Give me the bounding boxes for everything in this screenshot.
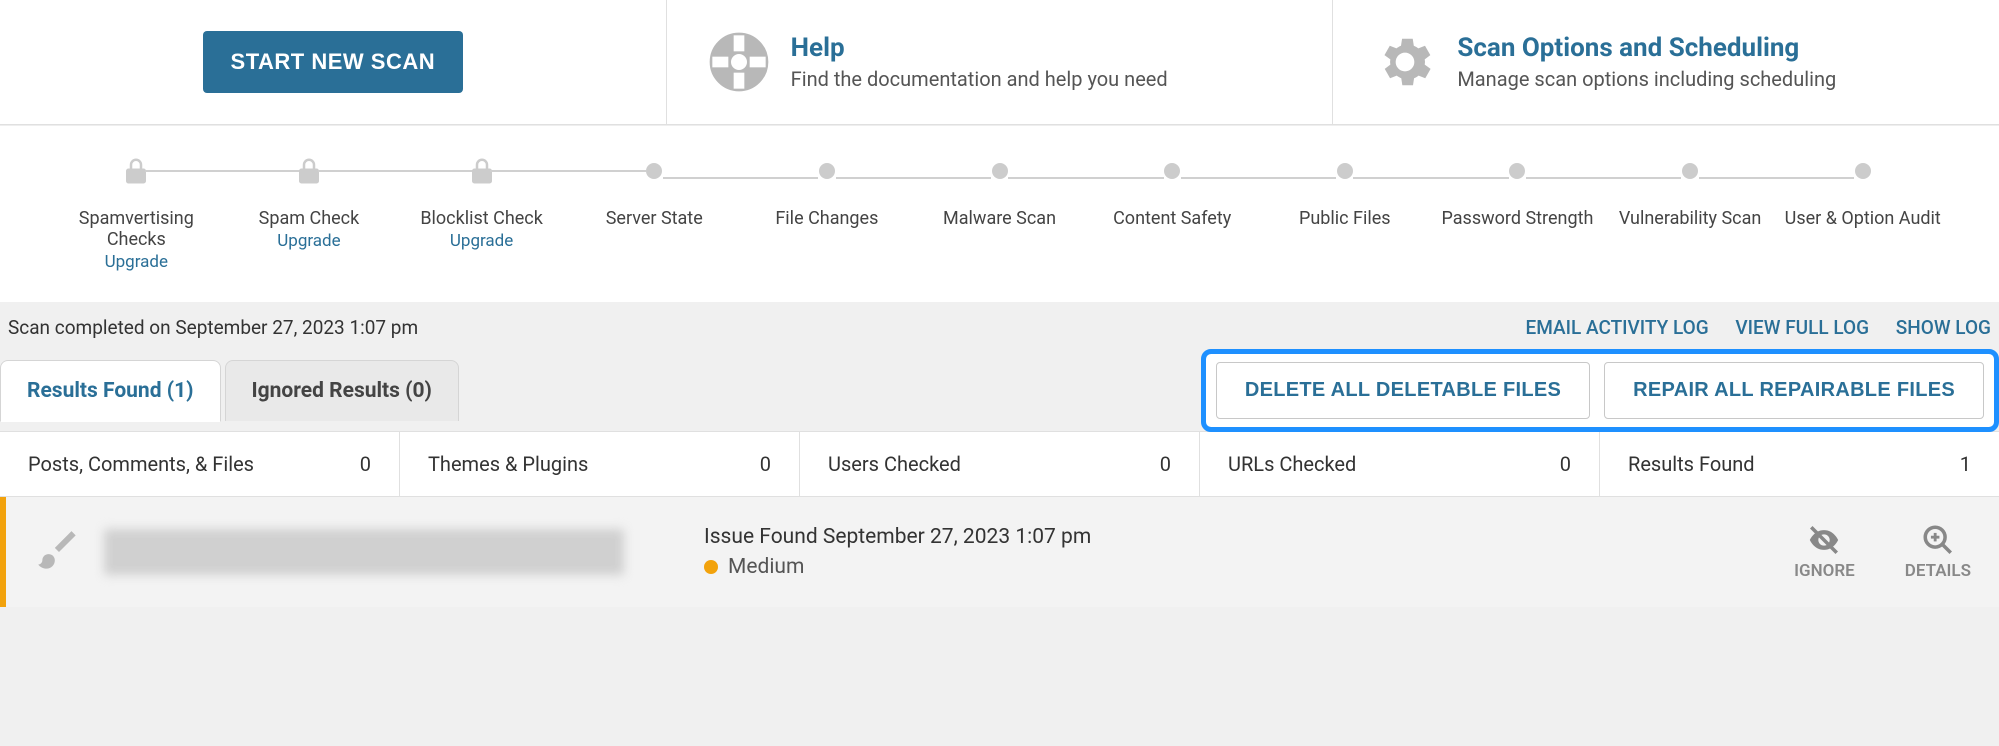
details-label: DETAILS [1905,561,1971,581]
step-label: Spamvertising ChecksUpgrade [50,208,223,272]
step-dot-icon [992,163,1008,179]
stat-label: Users Checked [828,452,961,476]
stat-cell: Users Checked 0 [800,432,1200,496]
repair-all-button[interactable]: REPAIR ALL REPAIRABLE FILES [1604,362,1984,419]
help-desc: Find the documentation and help you need [791,67,1168,91]
tab-ignored-results[interactable]: Ignored Results (0) [225,360,459,421]
step-label: Spam CheckUpgrade [223,208,396,272]
progress-labels: Spamvertising ChecksUpgradeSpam CheckUpg… [30,190,1969,272]
progress-step [395,156,568,190]
step-dot-icon [1682,163,1698,179]
stat-value: 0 [760,452,771,476]
progress-step [741,163,914,183]
stat-value: 1 [1960,452,1971,476]
stat-value: 0 [1560,452,1571,476]
help-section[interactable]: Help Find the documentation and help you… [667,0,1334,124]
stat-cell: URLs Checked 0 [1200,432,1600,496]
step-dot-icon [1855,163,1871,179]
tab-results-found[interactable]: Results Found (1) [0,360,221,422]
stat-cell: Results Found 1 [1600,432,1999,496]
progress-step [50,156,223,190]
issue-actions: IGNORE DETAILS [1794,523,1971,581]
delete-all-button[interactable]: DELETE ALL DELETABLE FILES [1216,362,1590,419]
progress-panel: Spamvertising ChecksUpgradeSpam CheckUpg… [0,125,1999,302]
issue-description-redacted [104,529,624,575]
step-label: User & Option Audit [1776,208,1949,272]
progress-step [1258,163,1431,183]
gear-icon [1373,30,1437,94]
progress-track [30,146,1969,190]
upgrade-link[interactable]: Upgrade [395,231,568,251]
progress-step [223,156,396,190]
step-dot-icon [1164,163,1180,179]
log-links: EMAIL ACTIVITY LOG VIEW FULL LOG SHOW LO… [1504,316,1992,339]
stat-value: 0 [1160,452,1171,476]
step-label: Malware Scan [913,208,1086,272]
stat-cell: Posts, Comments, & Files 0 [0,432,400,496]
stat-label: Posts, Comments, & Files [28,452,254,476]
issue-found-text: Issue Found September 27, 2023 1:07 pm [704,525,1774,549]
stat-label: URLs Checked [1228,452,1356,476]
stat-label: Results Found [1628,452,1755,476]
options-text: Scan Options and Scheduling Manage scan … [1457,33,1836,91]
step-label: Vulnerability Scan [1604,208,1777,272]
progress-step [1086,163,1259,183]
show-log-link[interactable]: SHOW LOG [1896,316,1991,339]
progress-step [1604,163,1777,183]
progress-step [1776,163,1949,183]
stats-row: Posts, Comments, & Files0Themes & Plugin… [0,431,1999,497]
progress-step [913,163,1086,183]
stat-label: Themes & Plugins [428,452,588,476]
issue-severity: Medium [704,555,1774,579]
lifebuoy-icon [707,30,771,94]
ignore-label: IGNORE [1794,561,1855,581]
progress-step [1431,163,1604,183]
eye-off-icon [1807,523,1841,557]
options-title: Scan Options and Scheduling [1457,33,1836,63]
stat-value: 0 [360,452,371,476]
step-label: File Changes [741,208,914,272]
ignore-button[interactable]: IGNORE [1794,523,1855,581]
scan-completed-text: Scan completed on September 27, 2023 1:0… [8,316,418,339]
progress-step [568,163,741,183]
upgrade-link[interactable]: Upgrade [50,252,223,272]
step-dot-icon [819,163,835,179]
brush-icon [34,527,84,577]
tabs-row: Results Found (1) Ignored Results (0) DE… [0,349,1999,432]
step-label: Password Strength [1431,208,1604,272]
start-scan-section: START NEW SCAN [0,0,667,124]
stat-cell: Themes & Plugins 0 [400,432,800,496]
start-new-scan-button[interactable]: START NEW SCAN [203,31,464,93]
zoom-in-icon [1921,523,1955,557]
email-activity-log-link[interactable]: EMAIL ACTIVITY LOG [1526,316,1709,339]
details-button[interactable]: DETAILS [1905,523,1971,581]
help-title: Help [791,33,1168,63]
step-dot-icon [1337,163,1353,179]
step-dot-icon [1509,163,1525,179]
severity-label: Medium [728,555,804,579]
issue-row: Issue Found September 27, 2023 1:07 pm M… [0,497,1999,607]
step-label: Server State [568,208,741,272]
issue-info: Issue Found September 27, 2023 1:07 pm M… [644,525,1774,579]
options-desc: Manage scan options including scheduling [1457,67,1836,91]
step-label: Content Safety [1086,208,1259,272]
top-panel: START NEW SCAN Help Find the documentati… [0,0,1999,125]
view-full-log-link[interactable]: VIEW FULL LOG [1735,316,1869,339]
step-label: Blocklist CheckUpgrade [395,208,568,272]
step-label: Public Files [1258,208,1431,272]
bulk-actions-box: DELETE ALL DELETABLE FILES REPAIR ALL RE… [1201,349,1999,432]
step-dot-icon [646,163,662,179]
status-row: Scan completed on September 27, 2023 1:0… [0,302,1999,349]
severity-dot-icon [704,560,718,574]
help-text: Help Find the documentation and help you… [791,33,1168,91]
upgrade-link[interactable]: Upgrade [223,231,396,251]
options-section[interactable]: Scan Options and Scheduling Manage scan … [1333,0,1999,124]
